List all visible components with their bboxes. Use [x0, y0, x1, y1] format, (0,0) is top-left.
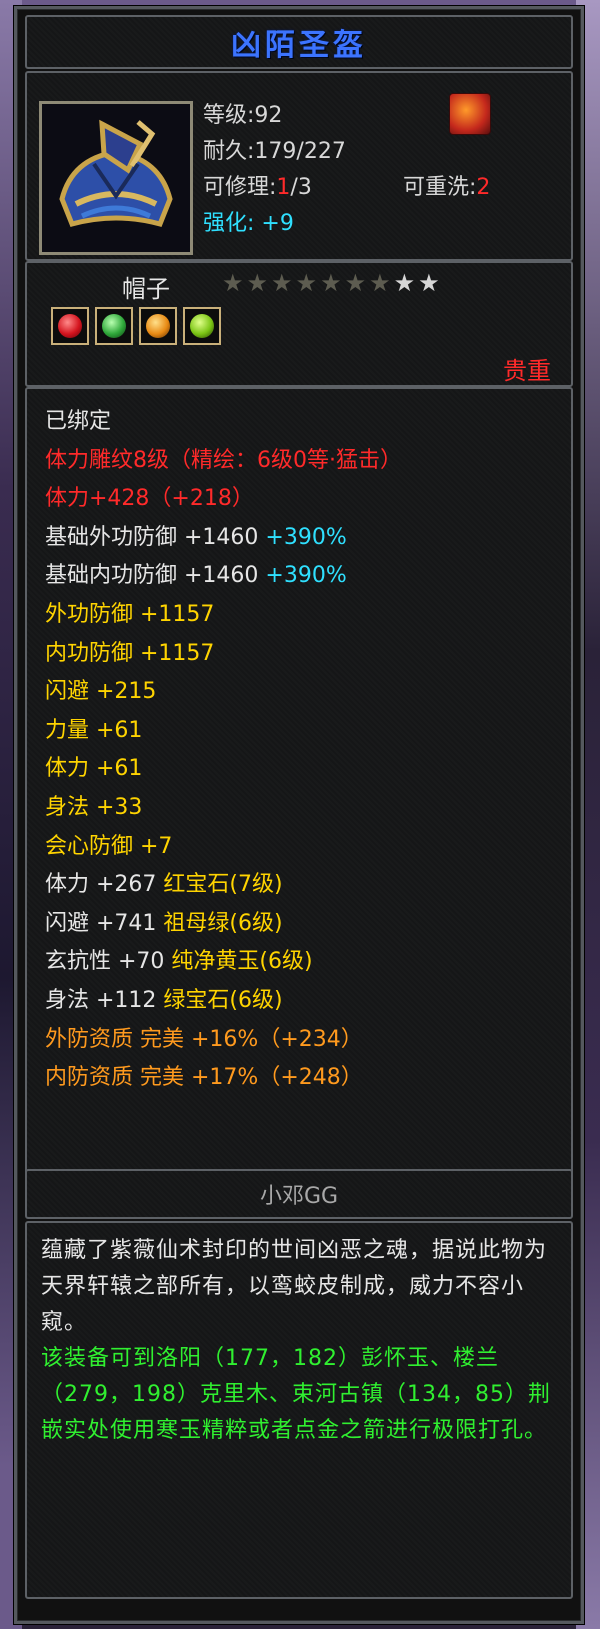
attribute-text: 闪避 +741 [45, 910, 164, 936]
attribute-row: 力量 +61 [27, 712, 571, 751]
attribute-text: 基础外功防御 +1460 [45, 524, 266, 550]
rewash-label: 可重洗: [403, 175, 477, 200]
item-name: 凶陌圣盔 [231, 28, 367, 63]
attribute-row: 内防资质 完美 +17%（+248） [27, 1059, 571, 1098]
creator-bar: 小邓GG [25, 1169, 573, 1219]
attribute-row: 体力+428（+218） [27, 480, 571, 519]
attribute-row: 基础内功防御 +1460 +390% [27, 557, 571, 596]
attribute-text: 体力雕纹8级（精绘：6级0等·猛击） [45, 447, 402, 473]
attribute-text: 玄抗性 +70 [45, 949, 172, 975]
item-title-bar: 凶陌圣盔 [25, 15, 573, 69]
attribute-row: 闪避 +741 祖母绿(6级) [27, 905, 571, 944]
attribute-row: 已绑定 [27, 403, 571, 442]
attribute-text: 外防资质 完美 +16%（+234） [45, 1026, 363, 1052]
durability-label: 耐久: [203, 139, 255, 164]
level-label: 等级: [203, 103, 255, 128]
attribute-text: 身法 +33 [45, 794, 143, 820]
gem-slots [51, 307, 221, 345]
attribute-list: 已绑定体力雕纹8级（精绘：6级0等·猛击） 体力+428（+218） 基础外功防御 … [25, 387, 573, 1181]
attribute-text: 力量 +61 [45, 717, 143, 743]
attribute-text: +390% [265, 563, 347, 589]
attribute-text: 纯净黄玉(6级) [171, 949, 313, 975]
hint-text: 该装备可到洛阳（177，182）彭怀玉、楼兰（279，198）克里木、束河古镇（… [41, 1346, 551, 1443]
gem-slot [95, 307, 133, 345]
item-tooltip-panel: 凶陌圣盔 等级:92 耐久:179/227 可修理:1/3 可重洗:2 强化: … [14, 6, 584, 1624]
flame-badge-icon [449, 93, 491, 135]
enhance-label: 强化: [203, 211, 255, 236]
star-dim-icon: ★ [320, 269, 342, 297]
level-line: 等级:92 [203, 97, 282, 129]
attribute-row: 体力雕纹8级（精绘：6级0等·猛击） [27, 442, 571, 481]
repairable-line: 可修理:1/3 [203, 169, 312, 201]
attribute-text: 体力+428（+218） [45, 486, 254, 512]
durability-line: 耐久:179/227 [203, 133, 346, 165]
star-dim-icon: ★ [369, 269, 391, 297]
attribute-row: 体力 +61 [27, 750, 571, 789]
enhance-line: 强化: +9 [203, 205, 294, 237]
star-dim-icon: ★ [246, 269, 269, 297]
attribute-text: 会心防御 +7 [45, 833, 173, 859]
emerald-gem-icon [102, 314, 126, 338]
repairable-max: /3 [290, 175, 312, 200]
attribute-text: 绿宝石(6级) [163, 987, 283, 1013]
enhance-value: +9 [261, 211, 294, 236]
creator-name: 小邓GG [259, 1184, 339, 1209]
attribute-text: 闪避 +215 [45, 679, 157, 705]
item-type: 帽子 [122, 275, 170, 303]
attribute-text: 体力 +267 [45, 872, 164, 898]
attribute-row: 内功防御 +1157 [27, 635, 571, 674]
star-lit-icon: ★ [418, 269, 440, 297]
lore-text: 蕴藏了紫薇仙术封印的世间凶恶之魂，据说此物为天界轩辕之部所有，以鸾蛟皮制成，威力… [41, 1238, 548, 1335]
gem-slot [183, 307, 221, 345]
repairable-label: 可修理: [203, 175, 277, 200]
attribute-row: 身法 +33 [27, 789, 571, 828]
attribute-text: 基础内功防御 +1460 [45, 563, 266, 589]
level-value: 92 [254, 103, 283, 128]
attribute-row: 身法 +112 绿宝石(6级) [27, 982, 571, 1021]
rarity-label: 贵重 [503, 357, 551, 385]
attribute-text: 红宝石(7级) [163, 872, 283, 898]
star-dim-icon: ★ [295, 269, 318, 297]
item-type-box: 帽子 ★ ★ ★ ★ ★ ★ ★ ★ ★ 贵重 [25, 261, 573, 387]
attribute-row: 会心防御 +7 [27, 828, 571, 867]
star-rating: ★ ★ ★ ★ ★ ★ ★ ★ ★ [222, 271, 440, 295]
attribute-row: 闪避 +215 [27, 673, 571, 712]
jade-gem-icon [190, 314, 214, 338]
durability-value: 179/227 [254, 139, 346, 164]
star-dim-icon: ★ [344, 269, 367, 297]
attribute-text: 已绑定 [45, 409, 112, 434]
gem-slot [139, 307, 177, 345]
item-info-box: 等级:92 耐久:179/227 可修理:1/3 可重洗:2 强化: +9 [25, 71, 573, 261]
gem-slot [51, 307, 89, 345]
topaz-gem-icon [146, 314, 170, 338]
attribute-text: 祖母绿(6级) [163, 910, 283, 936]
attribute-text: 内防资质 完美 +17%（+248） [45, 1065, 363, 1091]
star-dim-icon: ★ [222, 269, 244, 297]
star-dim-icon: ★ [271, 269, 293, 297]
attribute-text: 内功防御 +1157 [45, 640, 215, 666]
rewash-line: 可重洗:2 [403, 169, 490, 201]
rewash-value: 2 [476, 175, 491, 200]
repairable-current: 1 [276, 175, 291, 200]
attribute-row: 玄抗性 +70 纯净黄玉(6级) [27, 943, 571, 982]
star-lit-icon: ★ [393, 269, 416, 297]
attribute-row: 体力 +267 红宝石(7级) [27, 866, 571, 905]
ruby-gem-icon [58, 314, 82, 338]
attribute-text: 体力 +61 [45, 756, 143, 782]
attribute-text: +390% [265, 524, 347, 550]
helmet-icon [39, 101, 193, 255]
attribute-row: 外防资质 完美 +16%（+234） [27, 1021, 571, 1060]
attribute-text: 身法 +112 [45, 987, 164, 1013]
attribute-row: 基础外功防御 +1460 +390% [27, 519, 571, 558]
attribute-text: 外功防御 +1157 [45, 601, 215, 627]
attribute-row: 外功防御 +1157 [27, 596, 571, 635]
description-box: 蕴藏了紫薇仙术封印的世间凶恶之魂，据说此物为天界轩辕之部所有，以鸾蛟皮制成，威力… [25, 1221, 573, 1599]
